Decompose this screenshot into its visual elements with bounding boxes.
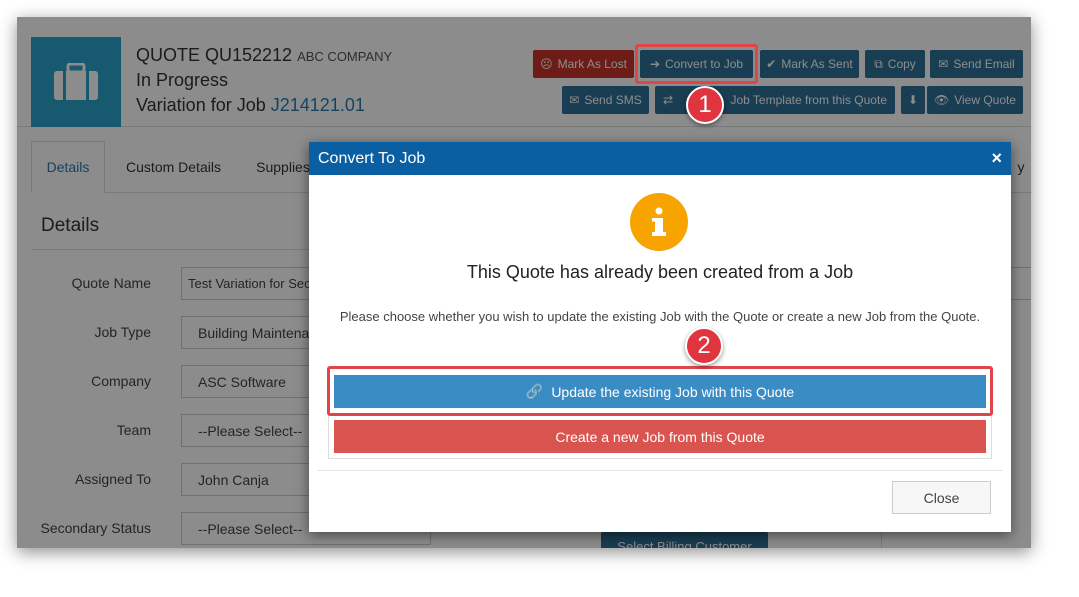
modal-heading: This Quote has already been created from… [466,262,854,282]
modal-title: Convert To Job [318,149,426,167]
close-button[interactable]: Close [892,481,991,514]
step-1-badge: 1 [686,86,724,124]
screenshot-frame: QUOTE QU152212 ABC COMPANY In Progress V… [17,17,1031,548]
create-new-job-button[interactable]: Create a new Job from this Quote [334,420,986,453]
convert-to-job-modal: Convert To Job × This Quote has already … [309,142,1011,532]
modal-header: Convert To Job × [309,142,1011,175]
step-2-badge: 2 [685,327,723,365]
modal-message: Please choose whether you wish to update… [339,309,981,324]
info-icon [630,193,688,251]
highlight-convert-to-job [635,44,758,84]
highlight-update-existing-job [327,366,993,416]
close-icon[interactable]: × [991,148,1002,169]
quote-page: QUOTE QU152212 ABC COMPANY In Progress V… [17,17,1031,548]
modal-footer-divider [317,470,1003,471]
